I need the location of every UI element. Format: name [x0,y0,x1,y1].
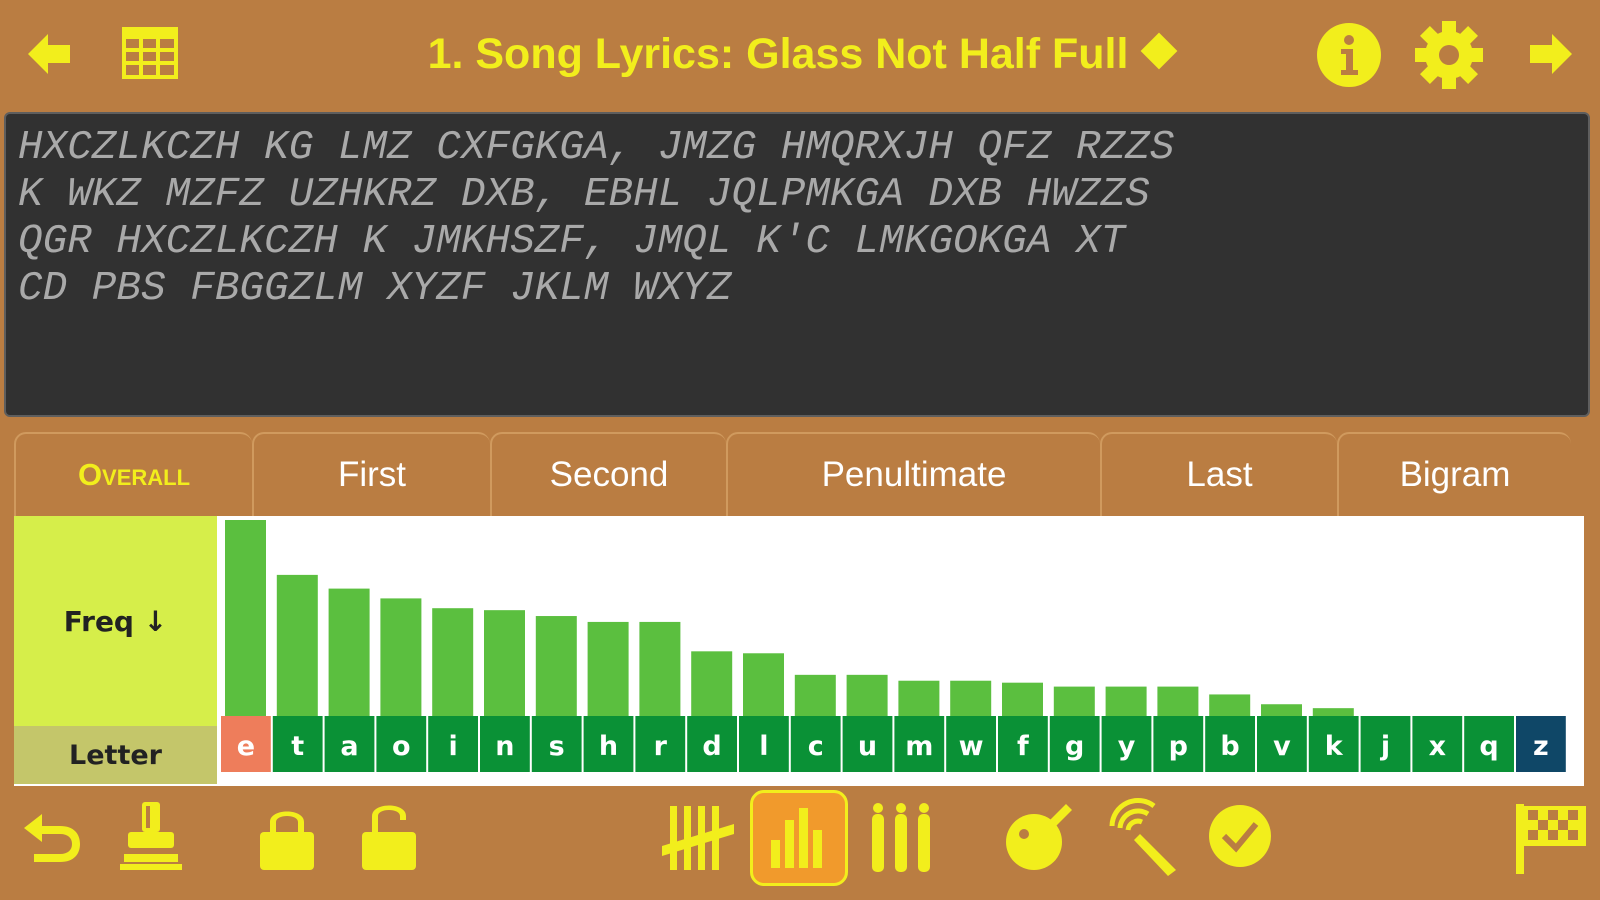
letter-label-q: q [1479,731,1498,762]
tally-icon[interactable] [660,802,736,874]
bar-m [898,680,940,716]
letter-label-i: i [448,731,457,762]
bar-w [950,680,992,716]
bar-e [225,520,266,716]
forward-arrow-icon[interactable] [1526,28,1578,80]
tab-label: Overall [77,457,191,492]
bar-y [1105,686,1147,716]
letter-label-t: t [291,731,304,762]
letter-label-m: m [905,731,933,762]
back-arrow-icon[interactable] [22,28,74,80]
letter-label-u: u [858,731,877,762]
letter-label-b: b [1220,731,1239,762]
tab-second[interactable]: Second [490,432,726,516]
stamp-icon[interactable] [118,800,184,872]
letter-label-o: o [392,731,411,762]
bar-i [432,608,474,716]
undo-icon[interactable] [20,808,84,868]
unlock-icon[interactable] [358,798,420,874]
tab-last[interactable]: Last [1100,432,1337,516]
letter-label-s: s [549,731,565,762]
cipher-line: QGR HXCZLKCZH K JMKHSZF, JMQL K'C LMKGOK… [18,219,1126,265]
bar-l [743,653,784,716]
letter-label-z: z [1533,731,1549,762]
letter-label-a: a [340,731,358,762]
letter-label-r: r [654,731,668,762]
gear-icon[interactable] [1414,20,1484,90]
bar-d [691,651,733,716]
letter-label-x: x [1429,731,1446,762]
tab-overall[interactable]: Overall [14,432,252,516]
tab-label: Bigram [1399,455,1511,494]
letter-label-h: h [599,731,618,762]
bar-g [1053,686,1095,716]
tab-label: Penultimate [821,455,1007,494]
letter-label-c: c [808,731,824,762]
letter-label-v: v [1273,731,1291,762]
bar-s [535,616,577,716]
bar-chart-icon[interactable] [750,790,848,886]
bar-o [380,598,422,716]
cipher-text-panel[interactable]: HXCZLKCZH KG LMZ CXFGKGA, JMZG HMQRXJH Q… [4,112,1590,417]
bar-b [1209,694,1251,716]
bar-n [484,610,525,716]
bomb-icon[interactable] [1004,800,1076,872]
bar-v [1261,704,1302,716]
cipher-line: HXCZLKCZH KG LMZ CXFGKGA, JMZG HMQRXJH Q… [18,125,1175,171]
bar-c [794,674,836,716]
cipher-line: K WKZ MZFZ UZHKRZ DXB, EBHL JQLPMKGA DXB… [18,172,1150,218]
cipher-line: CD PBS FBGGZLM XYZF JKLM WXYZ [18,266,732,312]
letter-label-k: k [1325,731,1344,762]
letter-label-y: y [1118,731,1136,762]
analysis-tabs: Overall First Second Penultimate Last Bi… [14,432,1584,516]
bar-f [1002,682,1043,716]
bar-r [639,621,681,716]
letter-label-e: e [237,731,255,762]
magnify-icon[interactable] [1106,796,1182,876]
diamond-icon [1141,32,1178,70]
letter-label-w: w [959,731,984,762]
bar-a [328,588,370,716]
tab-label: First [337,455,407,494]
tab-first[interactable]: First [252,432,490,516]
columns-icon[interactable] [866,802,936,874]
tab-bigram[interactable]: Bigram [1337,432,1571,516]
title-text: 1. Song Lyrics: Glass Not Half Full [427,30,1129,78]
letter-label-f: f [1017,731,1029,762]
tab-penultimate[interactable]: Penultimate [726,432,1100,516]
page-title: 1. Song Lyrics: Glass Not Half Full [300,28,1300,80]
letter-label-g: g [1065,731,1084,762]
lock-icon[interactable] [256,800,318,874]
tab-label: Second [549,455,669,494]
check-icon[interactable] [1208,804,1272,868]
grid-icon[interactable] [120,25,180,81]
info-icon[interactable] [1316,22,1382,88]
frequency-bars-svg: e t a o i n s h r d l c umw f g y p b v k j x q z [221,520,1566,772]
finish-flag-icon[interactable] [1512,800,1590,876]
bar-t [276,574,318,716]
tab-label: Last [1186,455,1253,494]
letter-label-n: n [495,731,514,762]
bar-k [1312,708,1354,716]
bar-u [846,674,888,716]
frequency-chart: Freq ↓ Letter etaoinshrdlcumwfgypbvkjxqz [14,516,1584,786]
letter-label-j: j [1380,731,1390,762]
letter-label-l: l [759,731,768,762]
letter-label-d: d [702,731,721,762]
bar-p [1157,686,1199,716]
letter-label-p: p [1169,731,1188,762]
bar-h [587,621,629,716]
bottom-toolbar [0,790,1600,900]
